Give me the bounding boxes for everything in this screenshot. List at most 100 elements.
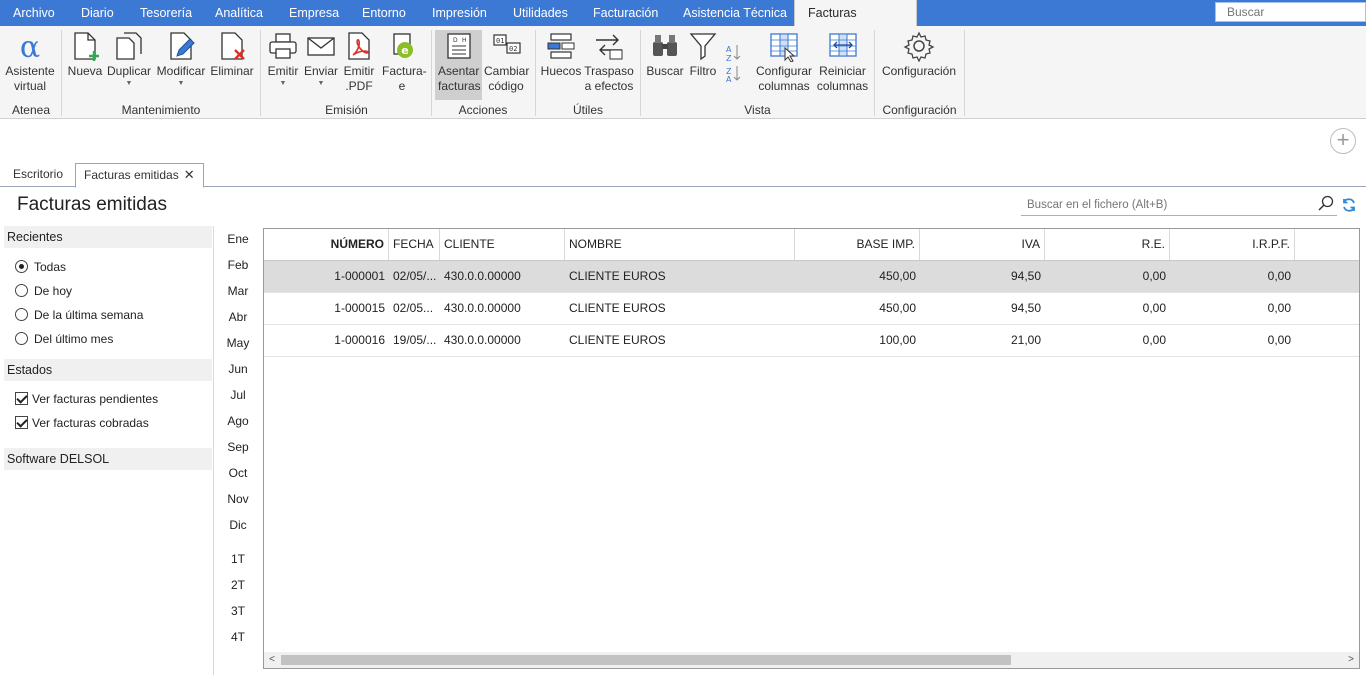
close-icon[interactable]: ✕ <box>184 167 195 182</box>
group-separator <box>535 30 536 116</box>
delete-document-icon <box>221 32 245 60</box>
add-tab-plus-icon[interactable]: + <box>1330 128 1356 154</box>
menu-empresa[interactable]: Empresa <box>276 0 352 26</box>
group-label-utiles: Útiles <box>572 103 603 117</box>
menu-tesoreria[interactable]: Tesorería <box>127 0 205 26</box>
asistente-virtual-button[interactable]: α Asistente virtual <box>4 30 56 94</box>
cambiar-codigo-button[interactable]: 01 02 Cambiar código <box>483 30 530 94</box>
recientes-header[interactable]: Recientes <box>4 226 212 248</box>
global-search-input[interactable] <box>1215 2 1366 22</box>
configuracion-button[interactable]: Configuración <box>879 30 959 79</box>
cell-irpf: 0,00 <box>1267 301 1291 315</box>
month-oct[interactable]: Oct <box>222 466 254 480</box>
group-label-emision: Emisión <box>325 103 368 117</box>
checkbox-cobradas[interactable]: Ver facturas cobradas <box>15 414 149 432</box>
estados-header[interactable]: Estados <box>4 359 212 381</box>
duplicar-button[interactable]: Duplicar ▼ <box>106 30 152 88</box>
month-may[interactable]: May <box>222 336 254 350</box>
checkbox-pendientes[interactable]: Ver facturas pendientes <box>15 390 158 408</box>
menu-diario[interactable]: Diario <box>68 0 127 26</box>
search-icon[interactable] <box>1318 195 1334 211</box>
page-title: Facturas emitidas <box>17 194 167 215</box>
quarter-2t[interactable]: 2T <box>222 578 254 592</box>
huecos-button[interactable]: Huecos <box>540 30 582 79</box>
columns-config-icon <box>770 33 798 62</box>
emitir-button[interactable]: Emitir ▼ <box>265 30 301 88</box>
eliminar-button[interactable]: Eliminar <box>209 30 255 79</box>
panel-divider <box>213 226 214 675</box>
filtro-label: Filtro <box>689 64 717 78</box>
filtro-button[interactable]: Filtro <box>686 30 720 79</box>
scroll-left-icon[interactable]: < <box>264 652 280 668</box>
buscar-button[interactable]: Buscar <box>645 30 685 79</box>
column-header-cliente[interactable]: CLIENTE <box>440 229 565 260</box>
radio-de-hoy[interactable]: De hoy <box>15 282 72 300</box>
menu-asistencia-tecnica[interactable]: Asistencia Técnica <box>670 0 800 26</box>
asentar-facturas-button[interactable]: DH Asentar facturas <box>435 30 482 100</box>
table-row[interactable]: 1-000001 02/05/... 430.0.0.00000 CLIENTE… <box>264 261 1359 293</box>
month-feb[interactable]: Feb <box>222 258 254 272</box>
month-abr[interactable]: Abr <box>222 310 254 324</box>
month-ago[interactable]: Ago <box>222 414 254 428</box>
month-nov[interactable]: Nov <box>222 492 254 506</box>
menu-archivo[interactable]: Archivo <box>0 0 68 26</box>
top-menu-bar: Archivo Diario Tesorería Analítica Empre… <box>0 0 1366 47</box>
column-header-base-imp[interactable]: BASE IMP. <box>795 229 920 260</box>
month-jul[interactable]: Jul <box>222 388 254 402</box>
refresh-icon[interactable] <box>1341 197 1357 213</box>
radio-ultimo-mes[interactable]: Del último mes <box>15 330 113 348</box>
sort-button[interactable]: AZZA <box>722 42 744 86</box>
software-delsol-header[interactable]: Software DELSOL <box>4 448 212 470</box>
traspaso-efectos-button[interactable]: Traspaso a efectos <box>584 30 634 94</box>
reiniciar-columnas-button[interactable]: Reiniciar columnas <box>815 30 870 94</box>
menu-analitica[interactable]: Analítica <box>202 0 276 26</box>
radio-ultima-semana[interactable]: De la última semana <box>15 306 143 324</box>
sort-az-icon: AZZA <box>726 45 741 84</box>
menu-entorno[interactable]: Entorno <box>349 0 419 26</box>
table-row[interactable]: 1-000015 02/05... 430.0.0.00000 CLIENTE … <box>264 293 1359 325</box>
emitir-pdf-button[interactable]: Emitir .PDF <box>341 30 377 94</box>
cell-re: 0,00 <box>1142 333 1166 347</box>
file-search-input[interactable] <box>1021 194 1337 216</box>
month-jun[interactable]: Jun <box>222 362 254 376</box>
quarter-4t[interactable]: 4T <box>222 630 254 644</box>
nueva-label: Nueva <box>67 64 103 78</box>
menu-facturas-emitidas[interactable]: Facturas emitidas <box>794 0 917 47</box>
table-row[interactable]: 1-000016 19/05/... 430.0.0.00000 CLIENTE… <box>264 325 1359 357</box>
column-header-numero[interactable]: NÚMERO <box>264 229 389 260</box>
menu-utilidades[interactable]: Utilidades <box>500 0 581 26</box>
menu-facturacion[interactable]: Facturación <box>580 0 671 26</box>
month-ene[interactable]: Ene <box>222 232 254 246</box>
enviar-button[interactable]: Enviar ▼ <box>302 30 340 88</box>
factura-e-button[interactable]: e Factura-e <box>379 30 427 94</box>
scroll-right-icon[interactable]: > <box>1343 652 1359 668</box>
group-separator <box>431 30 432 116</box>
column-header-iva[interactable]: IVA <box>920 229 1045 260</box>
cell-cliente: 430.0.0.00000 <box>444 333 521 347</box>
cell-re: 0,00 <box>1142 269 1166 283</box>
quarter-1t[interactable]: 1T <box>222 552 254 566</box>
gaps-icon <box>547 33 575 59</box>
scrollbar-thumb[interactable] <box>281 655 1011 665</box>
quarter-3t[interactable]: 3T <box>222 604 254 618</box>
radio-todas[interactable]: Todas <box>15 258 66 276</box>
cell-base-imp: 450,00 <box>879 301 916 315</box>
configurar-columnas-button[interactable]: Configurar columnas <box>755 30 813 94</box>
column-header-re[interactable]: R.E. <box>1045 229 1170 260</box>
modificar-button[interactable]: Modificar ▼ <box>154 30 208 88</box>
month-sep[interactable]: Sep <box>222 440 254 454</box>
group-separator <box>640 30 641 116</box>
column-header-irpf[interactable]: I.R.P.F. <box>1170 229 1295 260</box>
document-tabbar: Escritorio Facturas emitidas ✕ <box>0 163 1366 188</box>
tab-facturas-emitidas[interactable]: Facturas emitidas ✕ <box>75 163 204 188</box>
nueva-button[interactable]: Nueva <box>66 30 104 79</box>
month-mar[interactable]: Mar <box>222 284 254 298</box>
column-header-fecha[interactable]: FECHA <box>389 229 440 260</box>
horizontal-scrollbar[interactable]: < > <box>264 652 1359 668</box>
tab-escritorio[interactable]: Escritorio <box>5 163 71 187</box>
group-label-mantenimiento: Mantenimiento <box>121 103 201 117</box>
month-dic[interactable]: Dic <box>222 518 254 532</box>
menu-impresion[interactable]: Impresión <box>419 0 500 26</box>
column-header-nombre[interactable]: NOMBRE <box>565 229 795 260</box>
cell-numero: 1-000016 <box>334 333 385 347</box>
